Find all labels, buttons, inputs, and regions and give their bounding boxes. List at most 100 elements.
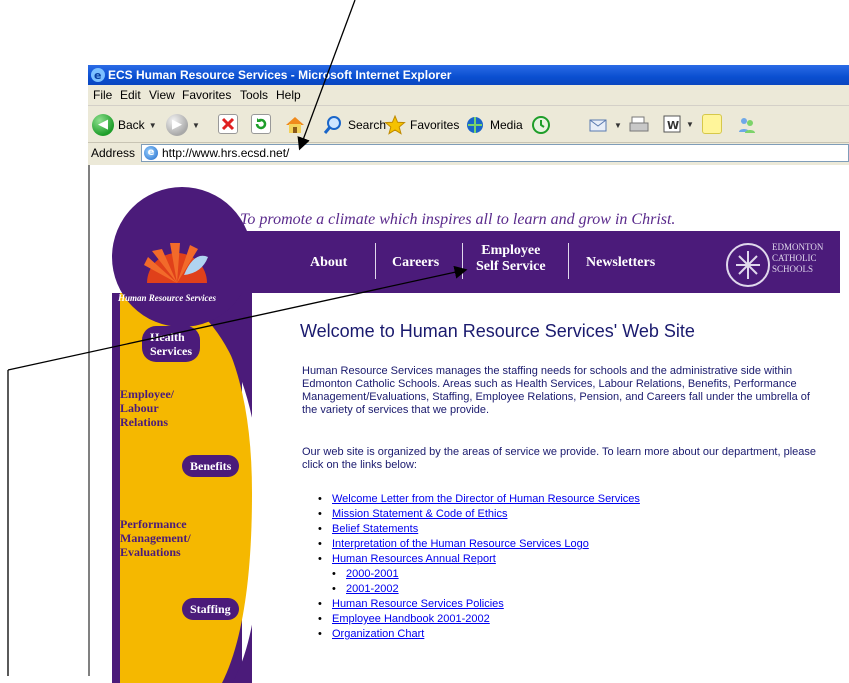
print-icon	[629, 116, 649, 132]
address-bar: Address e http://www.hrs.ecsd.net/	[88, 143, 849, 163]
tagline: To promote a climate which inspires all …	[240, 211, 676, 228]
list-item: Belief Statements	[318, 522, 640, 537]
favorites-button[interactable]: Favorites	[384, 114, 459, 136]
window-title: ECS Human Resource Services - Microsoft …	[108, 68, 452, 82]
nav-divider	[568, 243, 569, 279]
chevron-down-icon[interactable]: ▼	[686, 120, 694, 129]
toolbar: ◀ Back ▼ ▶ ▼ Search Favorites Media ▼ W …	[88, 106, 849, 143]
sidebar-labour-line3: Relations	[120, 415, 168, 429]
refresh-button[interactable]	[251, 114, 271, 134]
nav-employee-line1: Employee	[481, 243, 541, 258]
refresh-icon	[251, 114, 271, 134]
nav-employee-line2: Self Service	[476, 259, 546, 274]
list-item: Mission Statement & Code of Ethics	[318, 507, 640, 522]
intro-paragraph: Human Resource Services manages the staf…	[302, 365, 810, 416]
menu-bar: File Edit View Favorites Tools Help	[88, 85, 849, 106]
messenger-button[interactable]	[736, 114, 758, 136]
menu-help[interactable]: Help	[276, 88, 301, 102]
history-button[interactable]	[530, 114, 552, 136]
home-button[interactable]	[284, 114, 306, 136]
list-item: 2000-2001	[318, 567, 640, 582]
media-icon	[467, 117, 483, 133]
sidebar-labour-line2: Labour	[120, 401, 159, 415]
nav-newsletters[interactable]: Newsletters	[586, 255, 655, 271]
messenger-icon	[739, 118, 755, 133]
list-item: Employee Handbook 2001-2002	[318, 612, 640, 627]
menu-edit[interactable]: Edit	[120, 88, 141, 102]
sidebar-item-performance[interactable]: Performance Management/ Evaluations	[120, 517, 191, 559]
top-nav: About Careers Employee Self Service News…	[240, 231, 840, 293]
resource-links: Welcome Letter from the Director of Huma…	[318, 492, 640, 642]
ie-page-icon: e	[144, 146, 158, 160]
chevron-down-icon[interactable]: ▼	[149, 121, 157, 130]
home-icon	[286, 117, 304, 133]
forward-button[interactable]: ▶ ▼	[166, 114, 200, 136]
page-title: Welcome to Human Resource Services' Web …	[300, 321, 695, 341]
school-line3: SCHOOLS	[772, 264, 814, 274]
link-mission[interactable]: Mission Statement & Code of Ethics	[332, 508, 507, 520]
nav-divider	[462, 243, 463, 279]
menu-favorites[interactable]: Favorites	[182, 88, 231, 102]
nav-divider	[375, 243, 376, 279]
back-button[interactable]: ◀ Back ▼	[92, 114, 157, 136]
link-report-2000[interactable]: 2000-2001	[346, 568, 399, 580]
list-item: Organization Chart	[318, 627, 640, 642]
menu-tools[interactable]: Tools	[240, 88, 268, 102]
back-label: Back	[118, 118, 145, 132]
chevron-down-icon[interactable]: ▼	[192, 121, 200, 130]
browser-window: e ECS Human Resource Services - Microsof…	[88, 65, 849, 683]
list-item: Human Resource Services Policies	[318, 597, 640, 612]
stop-icon	[218, 114, 238, 134]
nav-careers[interactable]: Careers	[392, 255, 439, 271]
star-icon	[384, 114, 406, 135]
link-org-chart[interactable]: Organization Chart	[332, 628, 424, 640]
media-label: Media	[490, 118, 523, 132]
mail-icon	[589, 119, 607, 132]
edit-button[interactable]: W ▼	[662, 114, 694, 134]
svg-text:e: e	[94, 69, 101, 82]
sidebar-perf-line3: Evaluations	[120, 545, 181, 559]
nav-about[interactable]: About	[310, 255, 347, 271]
stop-button[interactable]	[218, 114, 238, 134]
sidebar-item-health-services[interactable]: Health Services	[142, 326, 200, 362]
menu-file[interactable]: File	[93, 88, 112, 102]
address-input[interactable]: e http://www.hrs.ecsd.net/	[141, 144, 849, 162]
forward-arrow-icon: ▶	[166, 114, 188, 136]
school-line2: CATHOLIC	[772, 253, 817, 263]
svg-text:W: W	[667, 119, 679, 132]
links-intro-paragraph: Our web site is organized by the areas o…	[302, 446, 817, 471]
menu-view[interactable]: View	[149, 88, 175, 102]
school-name: EDMONTON CATHOLIC SCHOOLS	[772, 242, 823, 275]
link-welcome-letter[interactable]: Welcome Letter from the Director of Huma…	[332, 493, 640, 505]
sidebar-perf-line1: Performance	[120, 517, 187, 531]
address-url[interactable]: http://www.hrs.ecsd.net/	[162, 146, 289, 160]
sidebar-item-staffing[interactable]: Staffing	[182, 598, 239, 620]
sidebar-health-line1: Health	[150, 330, 185, 344]
title-bar: e ECS Human Resource Services - Microsof…	[88, 65, 849, 85]
link-report-2001[interactable]: 2001-2002	[346, 583, 399, 595]
discuss-button[interactable]	[702, 114, 722, 134]
sidebar-item-benefits[interactable]: Benefits	[182, 455, 240, 477]
nav-employee-self-service[interactable]: Employee Self Service	[476, 243, 546, 275]
search-button[interactable]: Search	[322, 114, 386, 136]
link-policies[interactable]: Human Resource Services Policies	[332, 598, 504, 610]
link-handbook[interactable]: Employee Handbook 2001-2002	[332, 613, 490, 625]
sidebar-item-labour-relations[interactable]: Employee/ Labour Relations	[120, 387, 174, 429]
mail-button[interactable]: ▼	[588, 114, 622, 136]
link-belief[interactable]: Belief Statements	[332, 523, 418, 535]
link-annual-report[interactable]: Human Resources Annual Report	[332, 553, 496, 565]
sidebar-health-line2: Services	[150, 344, 192, 358]
list-item: Human Resources Annual Report	[318, 552, 640, 567]
back-arrow-icon: ◀	[92, 114, 114, 136]
chevron-down-icon[interactable]: ▼	[614, 121, 622, 130]
media-button[interactable]: Media	[464, 114, 523, 136]
sidebar-labour-line1: Employee/	[120, 387, 174, 401]
print-button[interactable]	[628, 114, 650, 136]
list-item: Welcome Letter from the Director of Huma…	[318, 492, 640, 507]
sidebar-perf-line2: Management/	[120, 531, 191, 545]
page-viewport: Human Resource Services To promote a cli…	[88, 165, 849, 683]
favorites-label: Favorites	[410, 118, 460, 132]
hrs-logo: Human Resource Services	[112, 187, 252, 327]
ie-app-icon: e	[91, 68, 105, 82]
link-logo-interpretation[interactable]: Interpretation of the Human Resource Ser…	[332, 538, 589, 550]
